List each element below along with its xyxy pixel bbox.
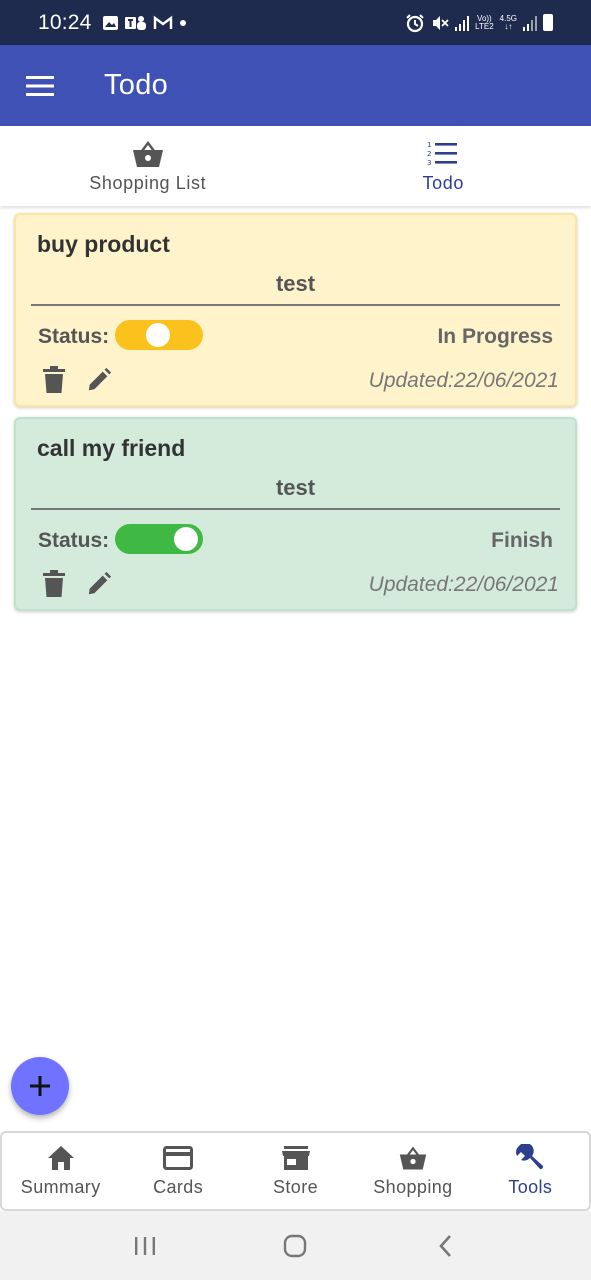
- edit-button[interactable]: [84, 365, 114, 395]
- todo-card[interactable]: call my friend test Status: Finish Updat…: [14, 417, 577, 611]
- nav-store[interactable]: Store: [237, 1133, 354, 1209]
- todo-title: buy product: [37, 231, 170, 257]
- data-arrows-icon: ↓↑: [504, 21, 513, 31]
- system-icons: Vo)) LTE2 4.5G ↓↑: [405, 13, 553, 33]
- trash-icon: [43, 366, 65, 393]
- page-title: Todo: [104, 69, 169, 101]
- svg-text:3: 3: [427, 159, 431, 167]
- status-toggle[interactable]: [115, 524, 203, 554]
- numbered-list-icon: 1 2 3: [427, 141, 458, 167]
- signal-icon-2: [523, 15, 537, 31]
- pencil-icon: [88, 571, 112, 595]
- recents-icon: [135, 1236, 156, 1255]
- network-type: 4.5G ↓↑: [499, 13, 517, 31]
- status-bar: 10:24 Vo)) LTE2 4.5G ↓↑: [0, 0, 591, 45]
- edit-button[interactable]: [84, 569, 114, 599]
- shopping-basket-icon: [132, 140, 163, 167]
- hamburger-icon: [26, 75, 54, 96]
- svg-text:1: 1: [427, 141, 431, 149]
- shopping-basket-icon: [399, 1146, 427, 1170]
- tab-label: Todo: [422, 172, 464, 193]
- screen: 10:24 Vo)) LTE2 4.5G ↓↑ Todo Shopping Li…: [0, 0, 591, 1280]
- nav-label: Summary: [20, 1177, 101, 1197]
- status-value: In Progress: [437, 325, 553, 348]
- nav-tools[interactable]: Tools: [472, 1133, 589, 1209]
- tab-todo[interactable]: 1 2 3 Todo: [296, 126, 591, 206]
- wrench-icon: [516, 1144, 544, 1170]
- delete-button[interactable]: [39, 365, 69, 395]
- nav-cards[interactable]: Cards: [119, 1133, 236, 1209]
- updated-date: Updated:22/06/2021: [368, 369, 559, 392]
- toggle-knob: [174, 527, 198, 551]
- delete-button[interactable]: [39, 569, 69, 599]
- gmail-icon: [153, 15, 172, 29]
- bottom-nav: Summary Cards Store Shopping Tools: [0, 1131, 591, 1211]
- add-todo-button[interactable]: [11, 1057, 69, 1115]
- tab-label: Shopping List: [89, 172, 207, 193]
- status-toggle[interactable]: [115, 320, 203, 350]
- status-time: 10:24: [38, 10, 92, 34]
- tab-shopping-list[interactable]: Shopping List: [0, 126, 296, 206]
- nav-shopping[interactable]: Shopping: [354, 1133, 471, 1209]
- svg-text:2: 2: [427, 150, 431, 158]
- divider: [31, 508, 560, 510]
- back-button[interactable]: [416, 1221, 476, 1271]
- alarm-icon: [406, 13, 424, 32]
- signal-icon: [455, 15, 470, 31]
- top-tabs: Shopping List 1 2 3 Todo: [0, 126, 591, 206]
- network-indicator: Vo)) LTE2: [475, 13, 494, 31]
- divider: [31, 304, 560, 306]
- back-chevron-icon: [439, 1234, 451, 1257]
- notification-icons: [102, 15, 187, 31]
- notification-dot-icon: [179, 19, 186, 26]
- menu-button[interactable]: [0, 45, 80, 126]
- nav-label: Shopping: [373, 1177, 453, 1197]
- nav-summary[interactable]: Summary: [2, 1133, 119, 1209]
- credit-card-icon: [163, 1146, 194, 1170]
- system-nav-bar: [0, 1211, 591, 1280]
- battery-icon: [543, 14, 553, 31]
- store-icon: [281, 1146, 310, 1170]
- status-label: Status:: [38, 325, 110, 348]
- pencil-icon: [88, 367, 112, 391]
- todo-title: call my friend: [37, 435, 186, 461]
- plus-icon: [30, 1076, 50, 1096]
- status-value: Finish: [491, 529, 553, 552]
- status-label: Status:: [38, 529, 110, 552]
- todo-card[interactable]: buy product test Status: In Progress Upd…: [14, 213, 577, 407]
- nav-label: Store: [273, 1177, 319, 1197]
- todo-description: test: [275, 475, 316, 500]
- home-circle-icon: [284, 1234, 307, 1257]
- updated-date: Updated:22/06/2021: [368, 573, 559, 596]
- nav-label: Tools: [508, 1177, 553, 1197]
- app-bar: Todo: [0, 45, 591, 126]
- teams-icon: [124, 15, 146, 30]
- home-icon: [47, 1146, 74, 1170]
- home-button[interactable]: [265, 1221, 325, 1271]
- recents-button[interactable]: [115, 1221, 175, 1271]
- nav-label: Cards: [153, 1177, 204, 1197]
- todo-description: test: [275, 271, 316, 296]
- mute-icon: [433, 15, 449, 30]
- gallery-icon: [102, 15, 118, 30]
- toggle-knob: [146, 323, 170, 347]
- trash-icon: [43, 570, 65, 597]
